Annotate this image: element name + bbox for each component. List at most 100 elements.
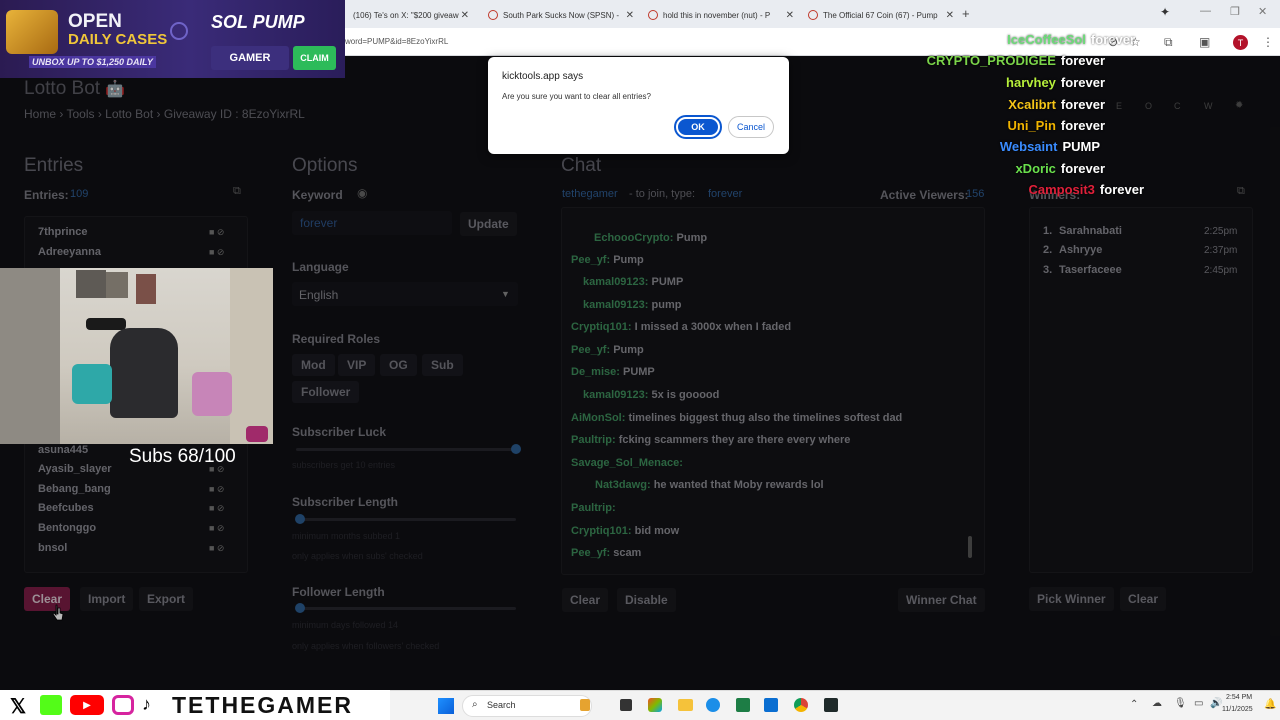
copy-icon[interactable]: ⧉ <box>233 185 241 198</box>
winner-chat-button[interactable]: Winner Chat <box>898 588 985 612</box>
update-button[interactable]: Update <box>460 212 517 236</box>
notification-bell-icon[interactable]: 🔔 <box>1264 699 1276 710</box>
browser-tab[interactable]: (106) Te's on X: "$200 giveaw ✕ <box>345 4 475 26</box>
webcam-chair-seat <box>72 364 112 404</box>
role-sub-button[interactable]: Sub <box>422 354 463 376</box>
browser-tab[interactable]: The Official 67 Coin (67) - Pump ✕ <box>800 4 960 26</box>
chat-text: I missed a 3000x when I faded <box>634 321 792 333</box>
ad-claim-button[interactable]: CLAIM <box>293 46 336 70</box>
extensions-icon[interactable]: ⧉ <box>1164 35 1173 50</box>
entry-actions-icon[interactable]: ■ ⊘ <box>209 227 224 238</box>
pump-favicon-icon <box>808 10 818 20</box>
clear-winners-button[interactable]: Clear <box>1120 587 1167 611</box>
task-view-icon[interactable] <box>620 699 632 711</box>
eye-icon[interactable]: ◉ <box>357 186 367 200</box>
maximize-icon[interactable]: ❐ <box>1230 5 1240 18</box>
url-text[interactable]: word=PUMP&id=8EzoYixrRL <box>345 37 448 46</box>
clear-chat-button[interactable]: Clear <box>562 588 609 612</box>
file-explorer-icon[interactable] <box>678 699 693 711</box>
sparkle-icon[interactable]: ✦ <box>1160 5 1170 19</box>
breadcrumb-lotto-bot[interactable]: Lotto Bot <box>105 107 153 121</box>
edge-icon[interactable] <box>706 698 720 712</box>
chat-message: kamal09123: 5x is gooood <box>583 389 719 401</box>
entry-actions-icon[interactable]: ■ ⊘ <box>209 503 224 514</box>
ok-button[interactable]: OK <box>674 115 722 139</box>
chat-user: kamal09123: <box>583 299 649 311</box>
monitor-icon[interactable]: ▭ <box>1194 698 1203 709</box>
chat-scrollbar[interactable] <box>968 536 972 558</box>
entry-actions-icon[interactable]: ■ ⊘ <box>209 247 224 258</box>
windows-start-icon[interactable] <box>438 698 454 714</box>
list-item: Ayasib_slayer <box>38 463 112 475</box>
chat-message: Pee_yf: Pump <box>571 344 644 356</box>
solpump-ad-banner[interactable]: OPEN DAILY CASES UNBOX UP TO $1,250 DAIL… <box>0 0 345 78</box>
winner-name: Ashryye <box>1059 244 1103 256</box>
winner-rank: 1. <box>1043 225 1053 237</box>
browser-tab[interactable]: hold this in november (nut) - P ✕ <box>640 4 800 26</box>
webcam-poster <box>106 272 128 298</box>
sidepanel-icon[interactable]: ▣ <box>1199 35 1210 49</box>
settings-sun-icon[interactable]: ✹ <box>1235 100 1243 111</box>
excel-icon[interactable] <box>736 698 750 712</box>
pick-winner-button[interactable]: Pick Winner <box>1029 587 1114 611</box>
volume-icon[interactable]: 🔊 <box>1210 698 1222 709</box>
chrome-icon[interactable] <box>794 698 808 712</box>
windows-taskbar: ⌕ Search ⌃ ☁ 🎙 ▭ 🔊 2:54 PM 11/1/2025 🔔 <box>390 690 1280 720</box>
breadcrumb-home[interactable]: Home <box>24 107 56 121</box>
cloud-icon[interactable]: ☁ <box>1152 698 1162 709</box>
app-icon[interactable] <box>824 698 838 712</box>
taskbar-time[interactable]: 2:54 PM <box>1226 694 1252 701</box>
feed-word: forever <box>1090 32 1135 47</box>
taskbar-search[interactable] <box>462 695 592 717</box>
import-button[interactable]: Import <box>80 587 134 611</box>
chevron-up-icon[interactable]: ⌃ <box>1130 699 1138 710</box>
winner-filter-c[interactable]: C <box>1174 101 1181 111</box>
disable-chat-button[interactable]: Disable <box>617 588 676 612</box>
copy-icon[interactable]: ⧉ <box>1237 185 1245 198</box>
taskbar-date[interactable]: 11/1/2025 <box>1222 706 1253 713</box>
slider-knob[interactable] <box>511 444 521 454</box>
winner-filter-o[interactable]: O <box>1145 101 1152 111</box>
subscriber-length-slider[interactable] <box>295 514 516 524</box>
webcam-poster <box>76 270 106 298</box>
follower-length-slider[interactable] <box>295 603 516 613</box>
chat-user: kamal09123: <box>583 389 649 401</box>
close-icon[interactable]: ✕ <box>946 10 954 21</box>
entry-actions-icon[interactable]: ■ ⊘ <box>209 523 224 534</box>
profile-avatar[interactable]: T <box>1233 35 1248 50</box>
join-keyword: forever <box>708 188 743 200</box>
close-icon[interactable]: ✕ <box>626 10 634 21</box>
subscriber-length-label: Subscriber Length <box>292 495 399 509</box>
cancel-button[interactable]: Cancel <box>728 116 774 138</box>
mic-icon[interactable]: 🎙 <box>1174 698 1187 709</box>
breadcrumb-tools[interactable]: Tools <box>66 107 94 121</box>
menu-kebab-icon[interactable]: ⋮ <box>1262 35 1274 49</box>
browser-tab[interactable]: South Park Sucks Now (SPSN) - ✕ <box>480 4 640 26</box>
window-close-icon[interactable]: ✕ <box>1258 5 1267 18</box>
search-icon: ⌕ <box>472 699 478 710</box>
entry-actions-icon[interactable]: ■ ⊘ <box>209 484 224 495</box>
close-icon[interactable]: ✕ <box>461 10 469 21</box>
feed-user: CRYPTO_PRODIGEE <box>926 53 1056 68</box>
winner-filter-w[interactable]: W <box>1204 101 1213 111</box>
role-mod-button[interactable]: Mod <box>292 354 335 376</box>
feed-item: CRYPTO_PRODIGEE forever <box>927 53 1105 68</box>
chat-text: 5x is gooood <box>651 389 720 401</box>
list-item: 7thprince <box>38 226 88 238</box>
close-icon[interactable]: ✕ <box>786 10 794 21</box>
role-follower-button[interactable]: Follower <box>292 381 360 403</box>
mouse-cursor-icon <box>52 604 64 621</box>
copilot-icon[interactable] <box>648 698 662 712</box>
role-vip-button[interactable]: VIP <box>338 354 376 376</box>
winner-rank: 3. <box>1043 264 1053 276</box>
webcam-shelf <box>0 268 60 444</box>
minimize-icon[interactable]: — <box>1200 5 1211 17</box>
dialog-message: Are you sure you want to clear all entri… <box>502 92 651 101</box>
role-og-button[interactable]: OG <box>380 354 417 376</box>
new-tab-icon[interactable]: + <box>962 6 970 21</box>
subscriber-luck-slider[interactable] <box>296 444 521 454</box>
chat-text: timelines biggest thug also the timeline… <box>628 412 903 424</box>
entry-actions-icon[interactable]: ■ ⊘ <box>209 543 224 554</box>
store-icon[interactable] <box>764 698 778 712</box>
export-button[interactable]: Export <box>139 587 194 611</box>
